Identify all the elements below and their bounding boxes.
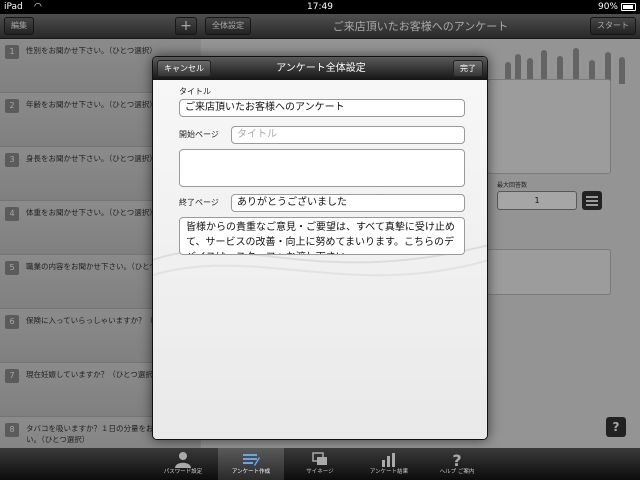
bottom-tab-bar: パスワード設定 アンケート作成 サイネージ アンケート結果 ? ヘルプ ご案内 bbox=[0, 448, 640, 480]
title-field[interactable]: ご来店頂いたお客様へのアンケート bbox=[179, 99, 465, 117]
tab-label: アンケート作成 bbox=[231, 469, 271, 475]
tab-label: ヘルプ ご案内 bbox=[439, 469, 475, 475]
chart-icon bbox=[382, 453, 395, 467]
status-time: 17:49 bbox=[307, 2, 333, 12]
tab-survey-creation[interactable]: アンケート作成 bbox=[218, 448, 284, 480]
modal-header: キャンセル アンケート全体設定 完了 bbox=[153, 57, 487, 80]
battery-icon bbox=[621, 3, 636, 11]
tab-label: サイネージ bbox=[306, 469, 334, 475]
question-icon: ? bbox=[452, 451, 461, 468]
start-page-label: 開始ページ bbox=[179, 130, 219, 139]
tab-survey-results[interactable]: アンケート結果 bbox=[356, 448, 422, 480]
edit-icon bbox=[243, 454, 260, 466]
tab-signage[interactable]: サイネージ bbox=[287, 448, 353, 480]
battery-percent: 90% bbox=[597, 2, 618, 12]
start-page-body-field[interactable] bbox=[179, 149, 465, 187]
end-page-title-field[interactable]: ありがとうございました bbox=[231, 194, 465, 212]
app-screen: iPad ◠ 17:49 90% 編集 + 1 性別をお聞かせ下さい。（ひとつ選… bbox=[0, 0, 640, 480]
title-label: タイトル bbox=[179, 87, 211, 96]
tab-label: アンケート結果 bbox=[369, 469, 409, 475]
tab-password-settings[interactable]: パスワード設定 bbox=[150, 448, 216, 480]
done-button[interactable]: 完了 bbox=[453, 60, 483, 77]
status-bar: iPad ◠ 17:49 90% bbox=[0, 0, 640, 14]
start-page-title-field[interactable]: タイトル bbox=[231, 126, 465, 144]
modal-body: タイトル ご来店頂いたお客様へのアンケート 開始ページ タイトル 終了ページ あ… bbox=[153, 80, 487, 439]
tab-help[interactable]: ? ヘルプ ご案内 bbox=[424, 448, 490, 480]
tab-label: パスワード設定 bbox=[163, 469, 203, 475]
survey-settings-modal: キャンセル アンケート全体設定 完了 タイトル ご来店頂いたお客様へのアンケート… bbox=[152, 56, 488, 440]
end-page-body-field[interactable]: 皆様からの貴重なご意見・ご要望は、すべて真摯に受け止めて、サービスの改善・向上に… bbox=[179, 217, 465, 255]
modal-title: アンケート全体設定 bbox=[276, 63, 366, 74]
person-icon bbox=[175, 452, 191, 468]
end-page-label: 終了ページ bbox=[179, 198, 219, 207]
svg-text:?: ? bbox=[452, 451, 461, 468]
signage-icon bbox=[312, 452, 327, 465]
